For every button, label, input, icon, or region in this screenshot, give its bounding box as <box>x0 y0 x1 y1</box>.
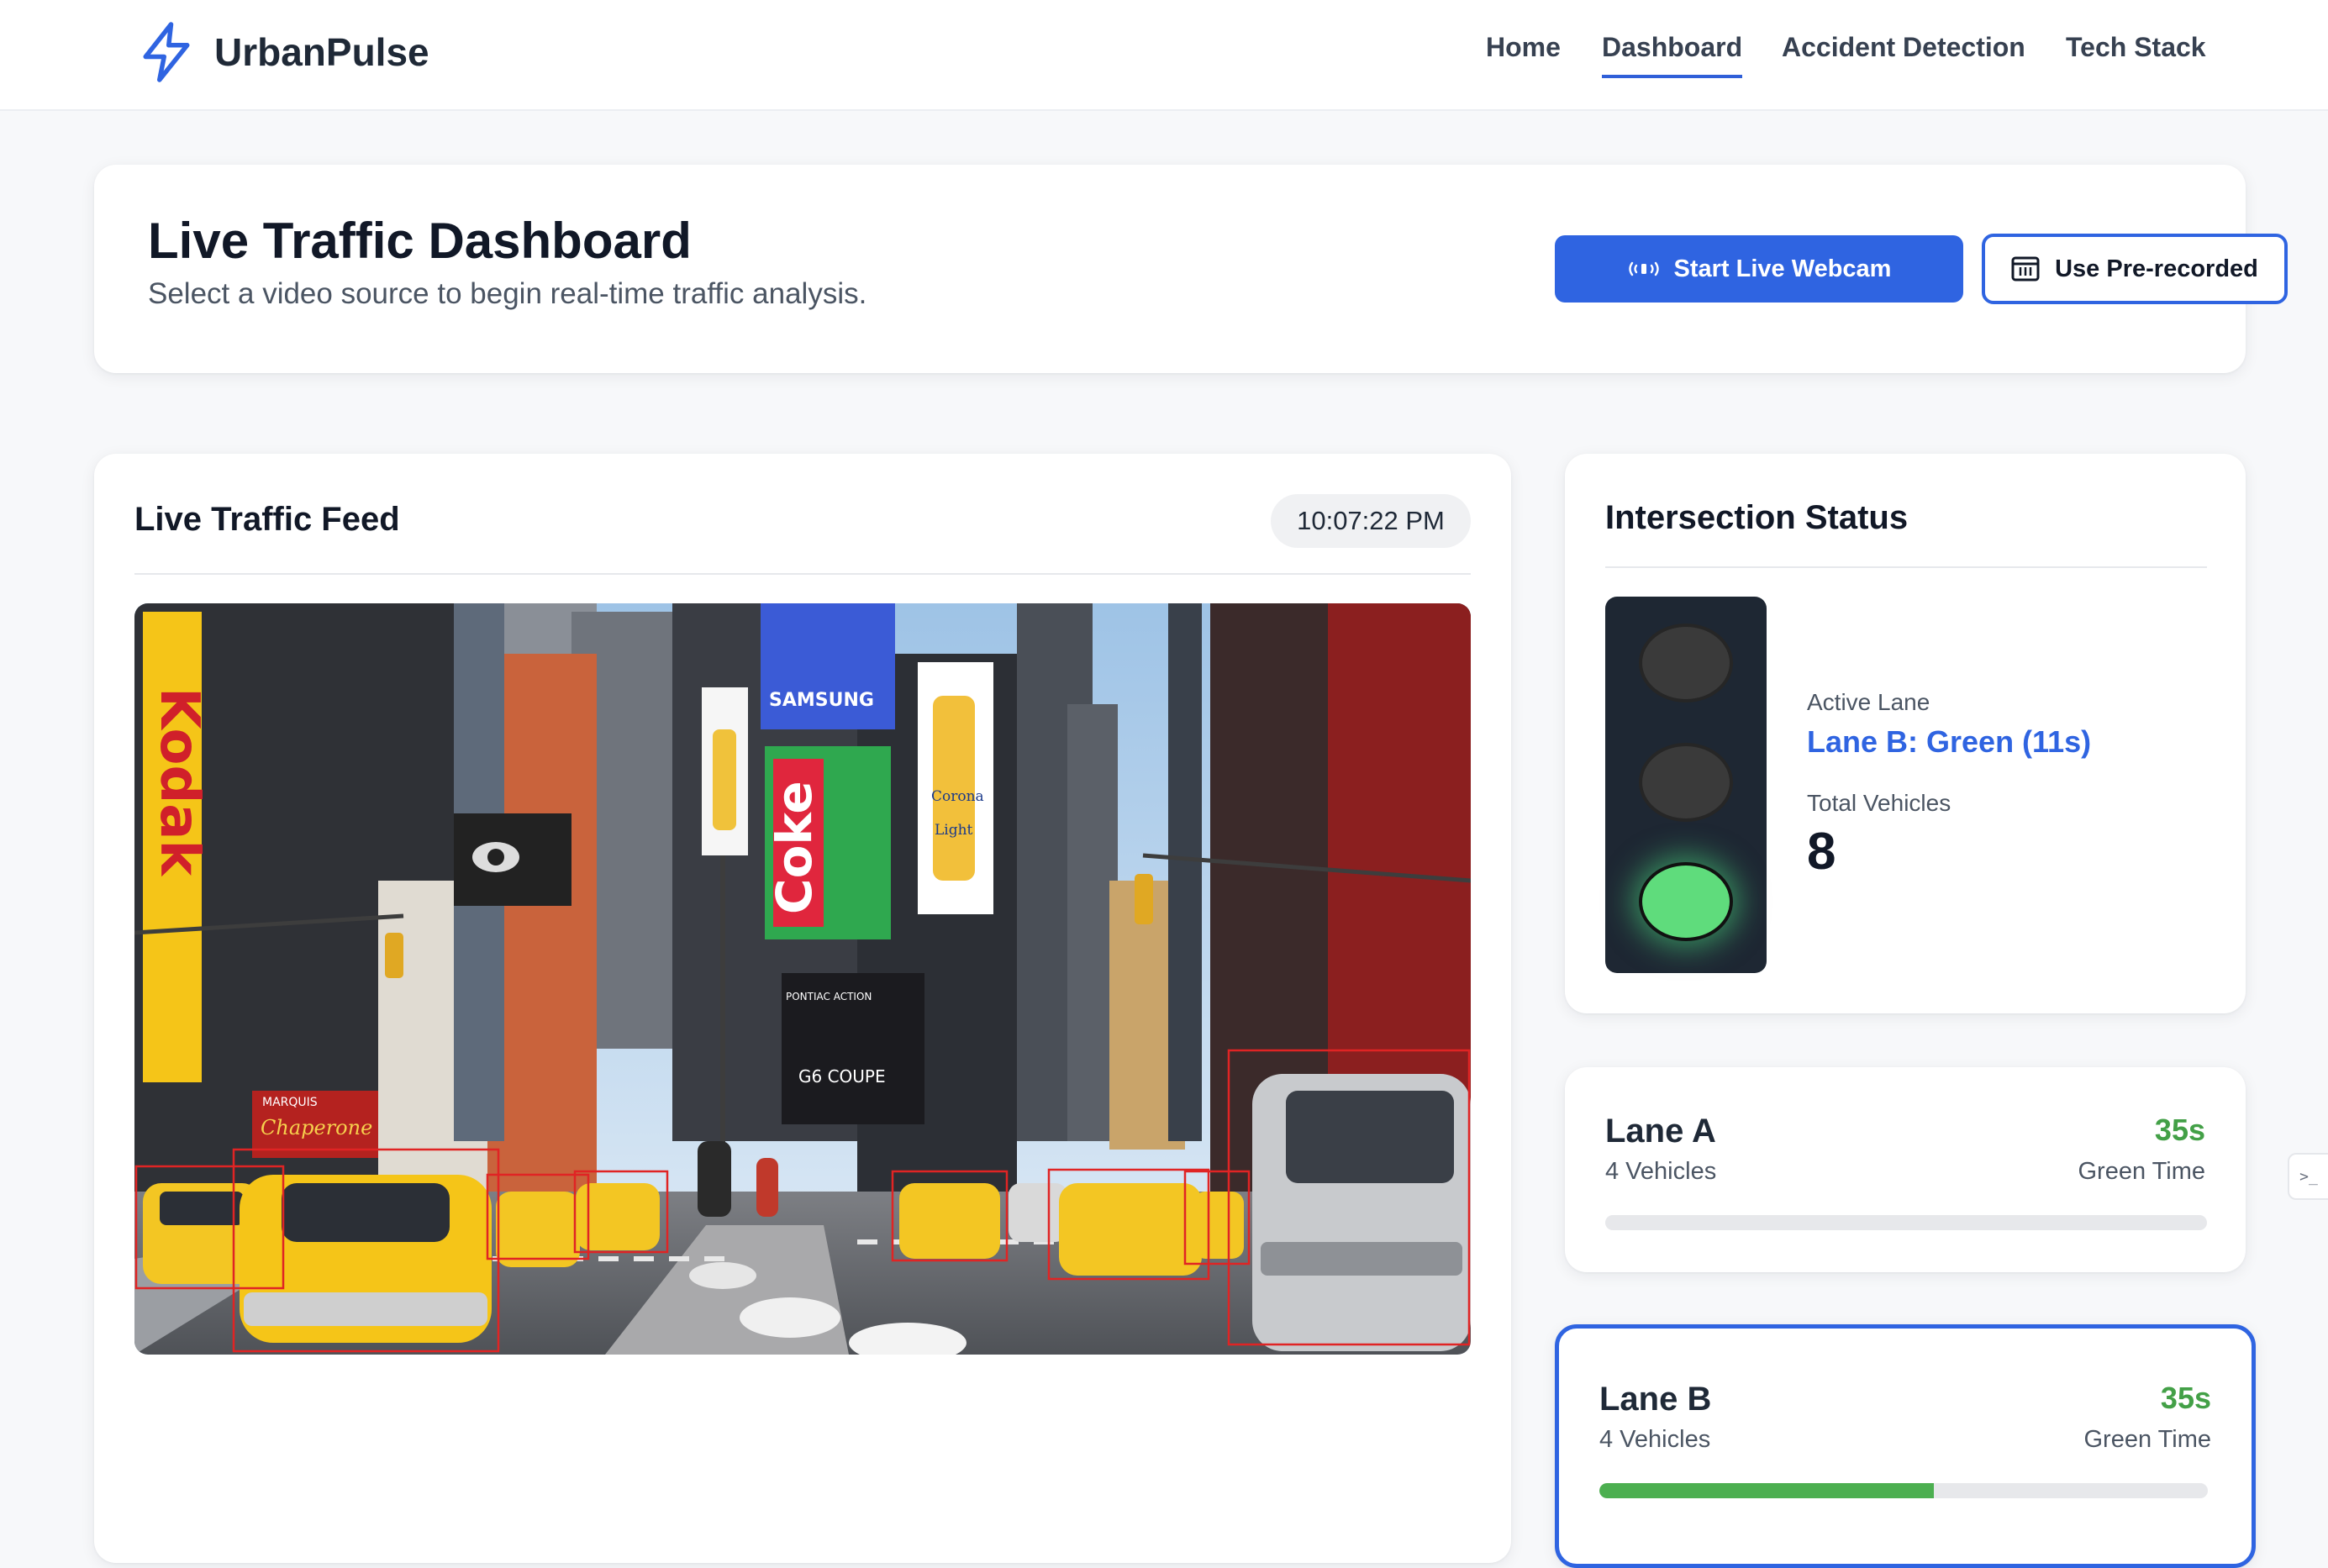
sign-coke: Coke <box>766 781 823 914</box>
intersection-divider <box>1605 566 2207 568</box>
street-scene-image: Kodak SAMSUNG Coke Corona Light MARQUIS … <box>134 603 1471 1355</box>
lane-name: Lane A <box>1605 1113 1716 1150</box>
traffic-light-red-lamp <box>1639 624 1733 702</box>
video-file-icon <box>2011 256 2040 282</box>
traffic-light <box>1605 597 1767 973</box>
lane-green-time-label: Green Time <box>2083 1426 2212 1453</box>
sign-chaperone: Chaperone <box>261 1116 372 1139</box>
active-lane-label: Active Lane <box>1807 689 1930 715</box>
page-subtitle: Select a video source to begin real-time… <box>148 277 867 310</box>
brand-name: UrbanPulse <box>214 30 429 74</box>
traffic-light-yellow-lamp <box>1639 743 1733 822</box>
lane-progress-bar <box>1599 1483 2208 1498</box>
top-navbar: UrbanPulse Home Dashboard Accident Detec… <box>0 0 2328 111</box>
sign-marquis: MARQUIS <box>262 1096 318 1109</box>
sign-kodak: Kodak <box>148 687 210 876</box>
intersection-title: Intersection Status <box>1605 499 1909 536</box>
nav-link-home[interactable]: Home <box>1486 32 1561 75</box>
use-pre-recorded-button[interactable]: Use Pre-recorded <box>1982 234 2288 304</box>
lane-green-time: 35s <box>2154 1113 2205 1147</box>
dashboard-header-card: Live Traffic Dashboard Select a video so… <box>94 165 2288 373</box>
sign-g6-coupe: G6 COUPE <box>798 1066 886 1087</box>
live-video-feed[interactable]: Kodak SAMSUNG Coke Corona Light MARQUIS … <box>134 603 1471 1355</box>
total-vehicles-value: 8 <box>1807 823 1836 881</box>
nav-link-dashboard[interactable]: Dashboard <box>1602 32 1743 78</box>
lane-card-b[interactable]: Lane B 4 Vehicles 35s Green Time <box>1555 1324 2256 1568</box>
lane-progress-bar <box>1605 1215 2207 1230</box>
feed-timestamp-badge: 10:07:22 PM <box>1271 494 1471 548</box>
broadcast-icon <box>1628 261 1659 276</box>
feed-divider <box>134 573 1471 575</box>
start-live-webcam-label: Start Live Webcam <box>1673 255 1892 282</box>
sign-corona-light: Light <box>935 822 973 839</box>
lane-green-time: 35s <box>2160 1381 2211 1415</box>
traffic-light-green-lamp <box>1639 862 1733 941</box>
lane-green-time-label: Green Time <box>2078 1158 2206 1185</box>
lane-card-a[interactable]: Lane A 4 Vehicles 35s Green Time <box>1565 1067 2246 1272</box>
terminal-side-tab[interactable]: >_ <box>2288 1153 2328 1200</box>
lightning-bolt-icon <box>143 22 190 82</box>
use-pre-recorded-label: Use Pre-recorded <box>2055 255 2258 282</box>
brand[interactable]: UrbanPulse <box>139 18 429 86</box>
sign-samsung: SAMSUNG <box>769 690 874 711</box>
page-title: Live Traffic Dashboard <box>148 213 692 269</box>
sign-corona: Corona <box>931 788 984 805</box>
nav-link-tech-stack[interactable]: Tech Stack <box>2066 32 2206 75</box>
lane-name: Lane B <box>1599 1381 1712 1418</box>
lane-vehicle-count: 4 Vehicles <box>1605 1158 1717 1185</box>
lane-progress-fill <box>1599 1483 1935 1498</box>
lane-vehicle-count: 4 Vehicles <box>1599 1426 1711 1453</box>
total-vehicles-label: Total Vehicles <box>1807 790 1951 816</box>
start-live-webcam-button[interactable]: Start Live Webcam <box>1555 235 1963 303</box>
sign-pontiac: PONTIAC ACTION <box>786 991 872 1002</box>
nav-link-accident-detection[interactable]: Accident Detection <box>1782 32 2025 75</box>
live-traffic-feed-card: Live Traffic Feed 10:07:22 PM Kodak SAMS… <box>94 454 1511 1563</box>
active-lane-value: Lane B: Green (11s) <box>1807 724 2092 759</box>
intersection-status-card: Intersection Status Active Lane Lane B: … <box>1565 454 2246 1013</box>
feed-title: Live Traffic Feed <box>134 501 400 538</box>
